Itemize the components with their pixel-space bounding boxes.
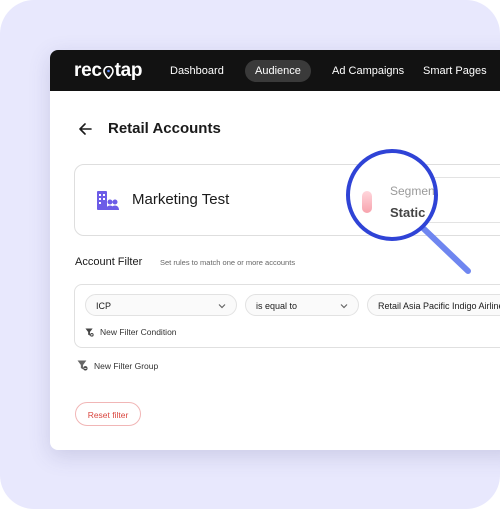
nav-smart-pages[interactable]: Smart Pages [413,60,497,82]
location-pin-icon [102,65,114,79]
top-navigation: rec tap Dashboard Audience Ad Campaigns S… [50,50,500,91]
magnifier-overlay: Segment Static [346,149,476,279]
segment-type-value: Static [390,205,426,220]
new-filter-condition-button[interactable]: New Filter Condition [85,327,177,337]
filter-field-select[interactable]: ICP [85,294,237,316]
back-arrow-icon[interactable] [78,122,92,136]
filter-value-select[interactable]: Retail Asia Pacific Indigo Airlines [367,294,500,316]
chevron-down-icon [218,304,226,309]
new-filter-group-button[interactable]: New Filter Group [77,360,158,371]
filter-value-text: Retail Asia Pacific Indigo Airlines [378,301,500,311]
filter-operator-value: is equal to [256,301,298,311]
filter-field-value: ICP [96,301,112,311]
filter-group: ICP is equal to Retail Asia Pacific Indi… [74,284,500,348]
nav-ad-campaigns[interactable]: Ad Campaigns [322,60,414,82]
segment-name[interactable]: Marketing Test [132,191,229,208]
new-filter-condition-label: New Filter Condition [100,327,177,337]
logo-text-right: tap [114,60,143,81]
account-filter-hint: Set rules to match one or more accounts [160,258,296,267]
filter-add-icon [85,327,94,337]
filter-operator-select[interactable]: is equal to [245,294,359,316]
filter-remove-icon [77,360,88,371]
magnifier-lens: Segment Static [346,149,438,241]
chevron-down-icon [340,304,348,309]
app-logo[interactable]: rec tap [74,60,143,82]
lens-highlight [362,191,372,213]
nav-dashboard[interactable]: Dashboard [160,60,234,82]
nav-audience[interactable]: Audience [245,60,311,82]
logo-text-left: rec [74,60,102,81]
new-filter-group-label: New Filter Group [94,360,159,371]
page-header: Retail Accounts [78,120,221,137]
segment-type-label: Segment [390,184,438,198]
account-filter-label: Account Filter [75,256,143,268]
reset-filter-button[interactable]: Reset filter [75,402,141,426]
building-users-icon [97,191,119,210]
page-title: Retail Accounts [108,120,221,137]
